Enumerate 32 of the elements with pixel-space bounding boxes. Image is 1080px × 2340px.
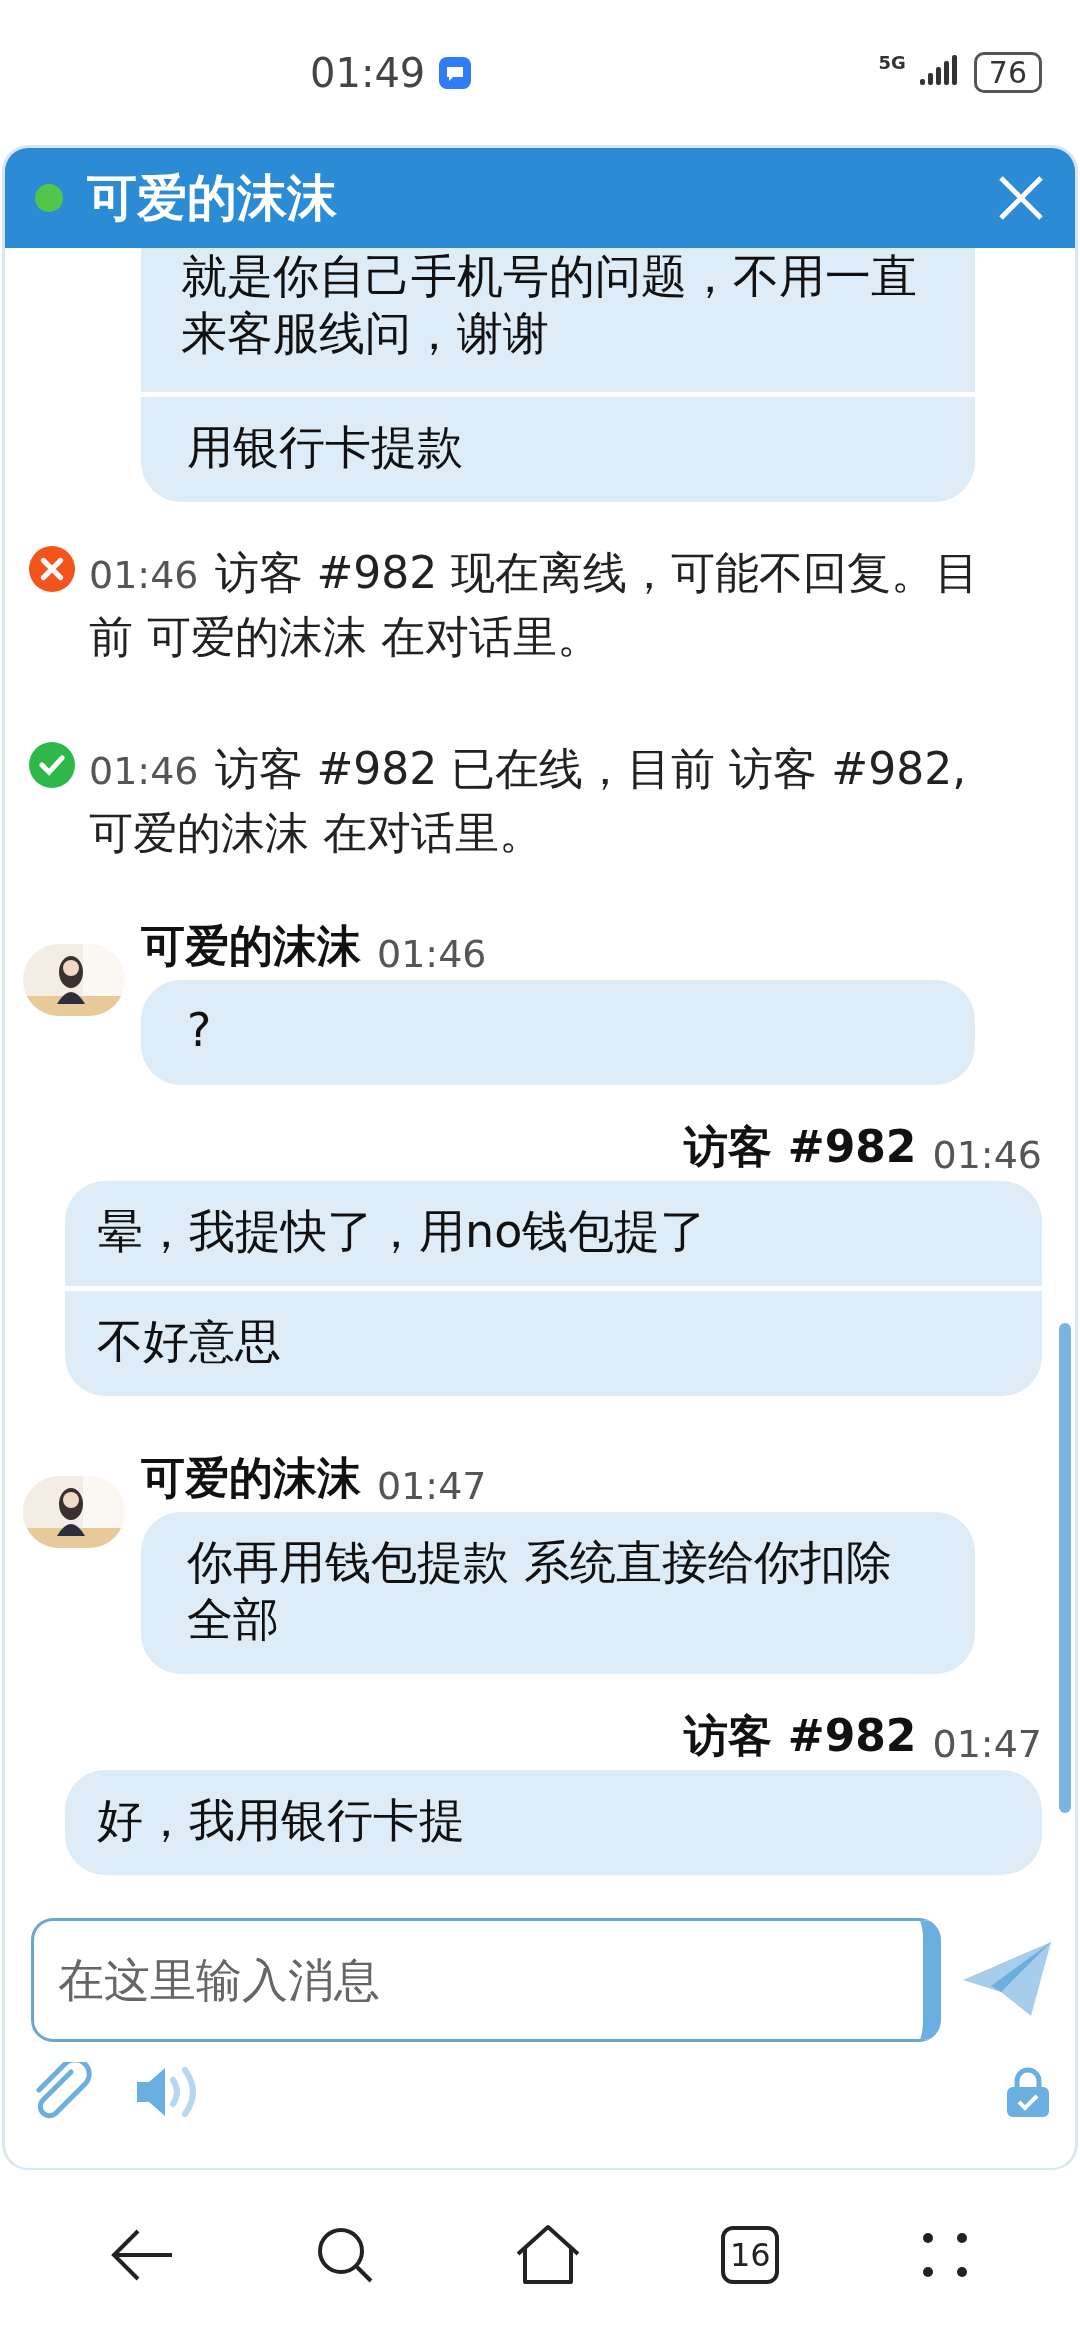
sender-name: 访客 #982 [684,1709,917,1763]
close-button[interactable] [997,174,1045,222]
message-bubble: 你再用钱包提款 系统直接给你扣除全部 [141,1512,975,1674]
message-bubble: 好，我用银行卡提 [65,1770,1042,1875]
message-bubble: 晕，我提快了，用no钱包提了 [65,1181,1042,1286]
back-arrow-icon [110,2228,175,2282]
message-time: 01:46 [932,1133,1042,1177]
scrollbar[interactable] [1059,1323,1071,1813]
message-time: 01:46 [377,932,487,976]
message-input[interactable]: 在这里输入消息 [31,1918,941,2042]
network-type: 5G [878,52,906,73]
close-icon [997,174,1045,222]
lock-icon [1007,2067,1049,2117]
system-message: 01:46 访客 #982 已在线，目前 访客 #982, 可爱的沫沫 在对话里。 [89,742,968,860]
message-time: 01:47 [377,1464,487,1508]
system-message: 01:46 访客 #982 现在离线，可能不回复。目前 可爱的沫沫 在对话里。 [89,546,981,664]
sender-name: 访客 #982 [684,1120,917,1174]
sender-name: 可爱的沫沫 [141,1451,361,1505]
chat-app-icon [439,56,472,89]
message-bubble: 用银行卡提款 [141,397,975,502]
message-time: 01:47 [932,1722,1042,1766]
sender-name: 可爱的沫沫 [141,919,361,973]
message-bubble: 就是你自己手机号的问题，不用一直来客服线问，谢谢 [141,248,975,392]
back-button[interactable] [110,2228,175,2282]
chat-title: 可爱的沫沫 [87,167,338,229]
battery-level: 76 [973,52,1042,93]
message-bubble: ? [141,980,975,1085]
home-icon [514,2224,581,2286]
message-bubble: 不好意思 [65,1291,1042,1396]
clock: 01:49 [310,49,426,96]
tabs-button[interactable]: 16 [721,2226,780,2284]
home-button[interactable] [514,2224,581,2286]
